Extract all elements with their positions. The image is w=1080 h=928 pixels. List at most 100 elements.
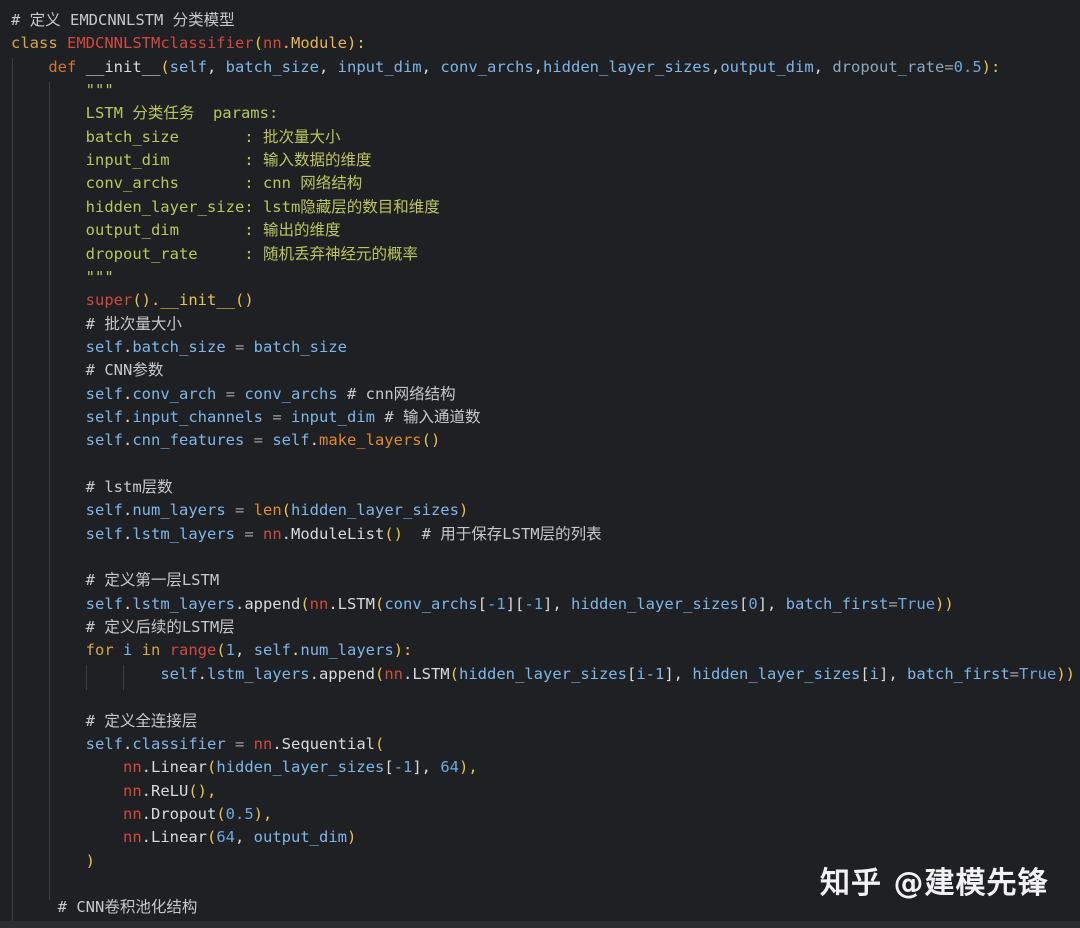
code-token: len	[253, 501, 282, 520]
code-token: __init__	[85, 57, 161, 76]
code-token: =	[216, 384, 245, 403]
code-token: [	[860, 664, 870, 683]
code-line[interactable]: nn.ReLU(),	[11, 780, 1080, 803]
code-token: ,	[421, 57, 441, 76]
code-token: ][	[505, 594, 525, 613]
code-line[interactable]: nn.Linear(64, output_dim)	[11, 826, 1080, 849]
code-line[interactable]: # 定义第一层LSTM	[11, 569, 1080, 592]
code-token: ],	[879, 664, 907, 683]
code-line[interactable]: class EMDCNNLSTMclassifier(nn.Module):	[11, 32, 1080, 55]
code-line[interactable]: # 定义后续的LSTM层	[11, 616, 1080, 639]
code-token: (	[449, 664, 459, 683]
code-line[interactable]: self.lstm_layers = nn.ModuleList() # 用于保…	[11, 523, 1080, 546]
code-token: batch_size : 批次量大小	[11, 127, 341, 146]
code-line[interactable]: # 定义 EMDCNNLSTM 分类模型	[11, 9, 1080, 32]
code-token: =	[1009, 664, 1019, 683]
code-line[interactable]: # 批次量大小	[11, 313, 1080, 336]
code-token: .	[291, 641, 301, 660]
code-line[interactable]: self.conv_arch = conv_archs # cnn网络结构	[11, 383, 1080, 406]
code-token: ,	[206, 57, 226, 76]
code-token: # 定义 EMDCNNLSTM 分类模型	[11, 11, 235, 29]
code-token: dropout_rate	[832, 57, 945, 76]
code-token: hidden_layer_sizes	[291, 501, 459, 520]
code-line[interactable]	[11, 546, 1080, 569]
code-token: self	[169, 57, 207, 76]
code-token: .	[122, 407, 133, 426]
code-token: (	[374, 664, 385, 683]
code-line[interactable]: def __init__(self, batch_size, input_dim…	[11, 56, 1080, 79]
code-token: # CNN参数	[11, 361, 164, 380]
code-token: nn	[122, 828, 142, 847]
code-token: hidden_layer_sizes	[571, 594, 740, 613]
code-token: 64	[440, 758, 459, 777]
code-line[interactable]: for i in range(1, self.num_layers):	[11, 639, 1080, 662]
code-line[interactable]: self.lstm_layers.append(nn.LSTM(conv_arc…	[11, 593, 1080, 616]
code-token: [	[477, 594, 488, 613]
code-token: =	[262, 407, 291, 426]
code-line[interactable]: conv_archs : cnn 网络结构	[11, 172, 1080, 195]
code-token: input_dim : 输入数据的维度	[11, 151, 372, 170]
code-token: lstm_layers	[132, 524, 235, 543]
code-token: ):	[393, 641, 413, 660]
code-line[interactable]: self.input_channels = input_dim # 输入通道数	[11, 406, 1080, 429]
code-line[interactable]: """	[11, 266, 1080, 289]
code-token: hidden_layer_sizes	[543, 57, 711, 76]
code-token: conv_archs : cnn 网络结构	[11, 174, 363, 193]
code-token: in	[132, 641, 170, 660]
code-token: nn	[309, 594, 329, 613]
code-token: output_dim : 输出的维度	[11, 221, 341, 240]
code-line[interactable]: super().__init__()	[11, 289, 1080, 312]
code-token: batch_size	[225, 57, 319, 76]
code-line[interactable]: nn.Linear(hidden_layer_sizes[-1], 64),	[11, 756, 1080, 779]
code-token: self	[85, 407, 123, 426]
code-line[interactable]: nn.Dropout(0.5),	[11, 803, 1080, 826]
code-token: hidden_layer_sizes	[459, 664, 627, 683]
horizontal-scrollbar[interactable]	[0, 921, 1080, 928]
code-token: ,	[235, 828, 254, 847]
code-token: i-1	[636, 664, 665, 683]
code-line[interactable]: input_dim : 输入数据的维度	[11, 149, 1080, 172]
watermark-text: 知乎 @建模先锋	[820, 866, 1049, 901]
code-token: ,	[710, 57, 721, 76]
code-editor[interactable]: # 定义 EMDCNNLSTM 分类模型 class EMDCNNLSTMclas…	[0, 0, 1080, 928]
code-token: class	[11, 34, 67, 53]
code-line[interactable]: """	[11, 79, 1080, 102]
code-token: .	[122, 594, 133, 613]
code-token: 0	[748, 594, 758, 613]
code-line[interactable]: self.batch_size = batch_size	[11, 336, 1080, 359]
code-token: ),	[459, 758, 478, 777]
code-token: output_dim	[253, 828, 347, 847]
code-line[interactable]: dropout_rate : 随机丢弃神经元的概率	[11, 243, 1080, 266]
code-token: (	[206, 758, 217, 777]
code-token: True	[1019, 664, 1057, 683]
code-line[interactable]: self.num_layers = len(hidden_layer_sizes…	[11, 499, 1080, 522]
code-line[interactable]	[11, 686, 1080, 709]
code-line[interactable]: self.cnn_features = self.make_layers()	[11, 429, 1080, 452]
code-line[interactable]: hidden_layer_size: lstm隐藏层的数目和维度	[11, 196, 1080, 219]
code-line[interactable]: self.lstm_layers.append(nn.LSTM(hidden_l…	[11, 663, 1080, 686]
code-line[interactable]: output_dim : 输出的维度	[11, 219, 1080, 242]
code-line[interactable]: batch_size : 批次量大小	[11, 126, 1080, 149]
code-line[interactable]: # 定义全连接层	[11, 710, 1080, 733]
code-token: lstm_layers	[132, 594, 235, 613]
code-token: .	[122, 431, 133, 450]
code-token: input_dim	[337, 57, 422, 76]
code-token: ],	[412, 758, 441, 777]
code-token: nn	[122, 804, 142, 823]
code-token: ],	[757, 594, 786, 613]
code-line[interactable]: LSTM 分类任务 params:	[11, 102, 1080, 125]
code-line[interactable]: self.classifier = nn.Sequential(	[11, 733, 1080, 756]
code-line[interactable]	[11, 453, 1080, 476]
code-token: range	[169, 641, 217, 660]
code-token: input_channels	[132, 407, 263, 426]
code-line[interactable]: # lstm层数	[11, 476, 1080, 499]
code-token: cnn_features	[132, 431, 245, 450]
code-line[interactable]: # CNN参数	[11, 359, 1080, 382]
code-token: .Linear	[141, 828, 207, 847]
